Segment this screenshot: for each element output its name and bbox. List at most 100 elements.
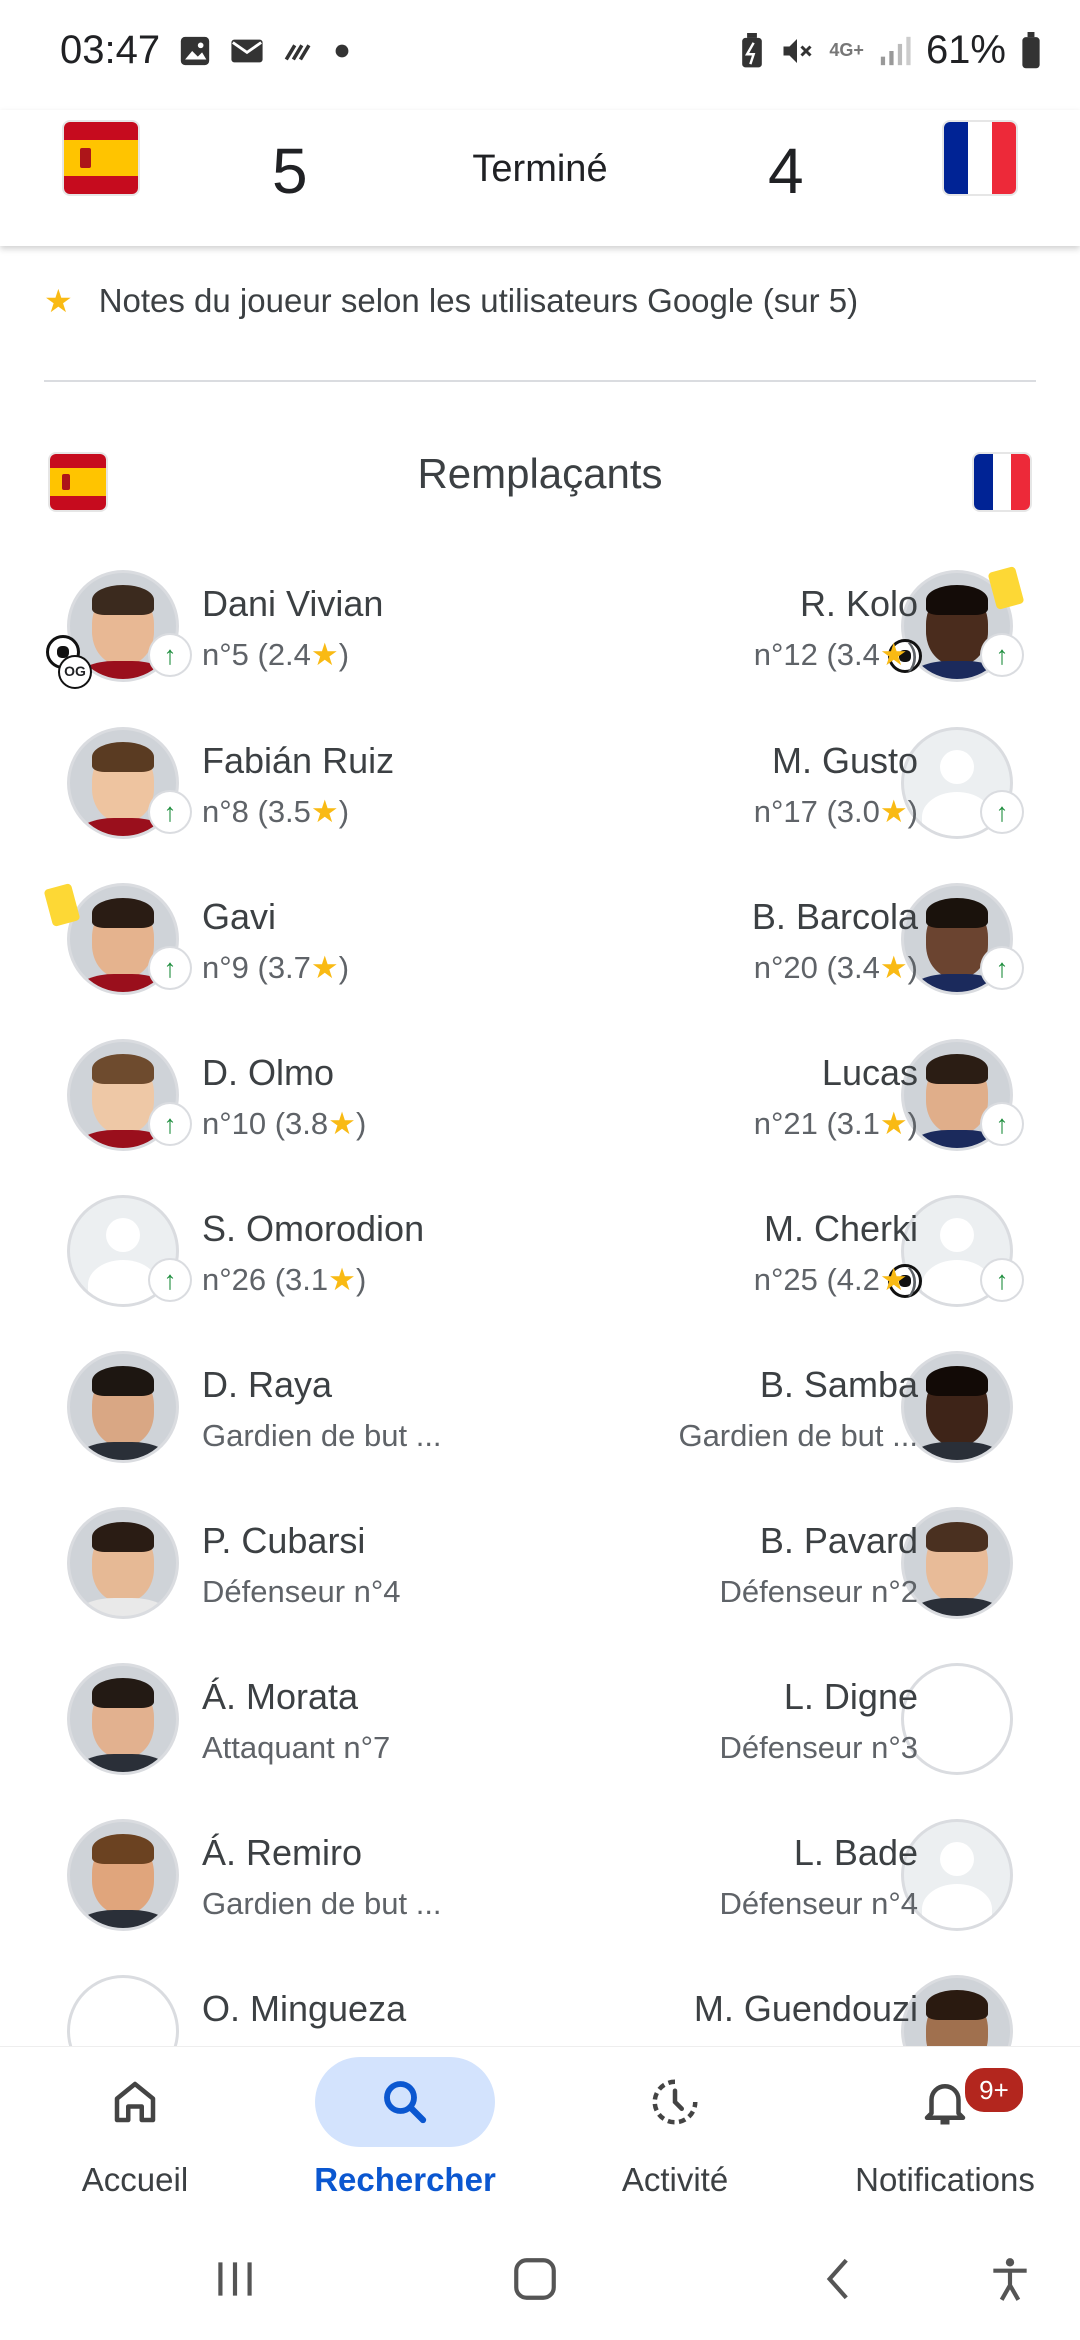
player-row[interactable]: ↑ R. Kolo n°12 (3.4★) <box>540 566 1080 713</box>
system-status: 4G+ 61% <box>739 28 1042 73</box>
nav-notifications[interactable]: 9+ Notifications <box>810 2057 1080 2199</box>
rating-note: ★ Notes du joueur selon les utilisateurs… <box>44 282 858 320</box>
player-row[interactable]: L. Digne Défenseur n°3 <box>540 1666 1080 1806</box>
player-name: B. Barcola <box>751 896 918 937</box>
sub-in-arrow-icon: ↑ <box>982 792 1022 832</box>
player-row[interactable]: Á. Morata Attaquant n°7 <box>0 1666 540 1806</box>
player-info: Défenseur n°4 <box>202 1574 401 1609</box>
player-info: n°17 (3.0★) <box>753 794 918 829</box>
player-info: n°26 (3.1★) <box>202 1262 367 1297</box>
player-name: L. Bade <box>793 1832 918 1873</box>
notification-icons <box>178 34 350 68</box>
player-name: O. Mingueza <box>202 1988 407 2029</box>
nav-search-pill <box>315 2057 495 2147</box>
nav-search[interactable]: Rechercher <box>270 2057 540 2199</box>
nav-notifications-label: Notifications <box>855 2161 1035 2198</box>
sub-in-arrow-icon: ↑ <box>150 792 190 832</box>
player-info: n°12 (3.4★) <box>753 637 918 672</box>
player-row[interactable]: ↑ OG Dani Vivian n°5 (2.4★) <box>0 573 540 713</box>
bottom-navigation: Accueil Rechercher Activité 9+ Notificat… <box>0 2046 1080 2227</box>
score-header: 5 Terminé 4 <box>0 110 1080 246</box>
sub-in-arrow-icon: ↑ <box>150 635 190 675</box>
player-name: R. Kolo <box>799 583 918 624</box>
notification-count-badge: 9+ <box>962 2065 1026 2115</box>
player-info: Gardien de but ... <box>202 1418 442 1453</box>
player-name: M. Gusto <box>771 740 918 781</box>
sub-in-arrow-icon: ↑ <box>150 1104 190 1144</box>
dot-icon <box>335 44 349 58</box>
nav-home-label: Accueil <box>81 2161 189 2198</box>
network-type: 4G+ <box>829 40 864 60</box>
player-name: P. Cubarsi <box>202 1520 366 1561</box>
avatar-placeholder-icon <box>904 1822 1010 1928</box>
player-name: Gavi <box>202 896 277 937</box>
player-row[interactable]: ↑ M. Cherki n°25 (4.2★) <box>540 1198 1080 1338</box>
battery-saver-icon <box>742 32 763 67</box>
player-row[interactable]: B. Pavard Défenseur n°2 <box>540 1510 1080 1650</box>
away-score: 4 <box>768 135 804 207</box>
avatar <box>70 1510 176 1616</box>
rating-note-text: Notes du joueur selon les utilisateurs G… <box>98 282 859 319</box>
player-name: D. Olmo <box>202 1052 335 1093</box>
player-name: D. Raya <box>202 1364 333 1405</box>
back-icon[interactable] <box>815 2254 865 2304</box>
nav-activity-pill <box>585 2057 765 2147</box>
player-row[interactable]: ↑ M. Gusto n°17 (3.0★) <box>540 730 1080 870</box>
player-row[interactable]: B. Samba Gardien de but ... <box>540 1354 1080 1494</box>
nav-activity-label: Activité <box>621 2161 729 2198</box>
player-info: Défenseur n°2 <box>719 1574 918 1609</box>
status-time: 03:47 <box>60 28 161 72</box>
avatar <box>70 1822 176 1928</box>
player-info: n°5 (2.4★) <box>202 637 350 672</box>
activity-icon <box>652 2079 698 2125</box>
player-row[interactable]: L. Bade Défenseur n°4 <box>540 1822 1080 1962</box>
player-name: M. Cherki <box>763 1208 918 1249</box>
accessibility-icon[interactable] <box>985 2254 1035 2304</box>
sub-in-arrow-icon: ↑ <box>982 1104 1022 1144</box>
sub-in-arrow-icon: ↑ <box>982 1260 1022 1300</box>
home-button-icon[interactable] <box>510 2254 560 2304</box>
recent-apps-icon[interactable] <box>210 2254 260 2304</box>
player-name: Fabián Ruiz <box>202 740 395 781</box>
sub-in-arrow-icon: ↑ <box>150 948 190 988</box>
nav-activity[interactable]: Activité <box>540 2057 810 2199</box>
player-name: B. Pavard <box>759 1520 918 1561</box>
status-bar: 03:47 4G+ 61% <box>0 0 1080 110</box>
yellow-card-icon <box>43 883 81 927</box>
player-name: L. Digne <box>783 1676 918 1717</box>
player-row[interactable]: P. Cubarsi Défenseur n°4 <box>0 1510 540 1650</box>
player-info: Attaquant n°7 <box>202 1730 391 1765</box>
player-row[interactable]: ↑ D. Olmo n°10 (3.8★) <box>0 1042 540 1182</box>
player-name: S. Omorodion <box>202 1208 425 1249</box>
player-row[interactable]: ↑ B. Barcola n°20 (3.4★) <box>540 886 1080 1026</box>
avatar <box>904 1354 1010 1460</box>
player-info: Gardien de but ... <box>202 1886 442 1921</box>
sub-in-arrow-icon: ↑ <box>150 1260 190 1300</box>
france-flag-icon <box>974 454 1030 510</box>
player-info: n°21 (3.1★) <box>753 1106 918 1141</box>
nav-search-label: Rechercher <box>314 2161 496 2198</box>
player-info: Défenseur n°4 <box>719 1886 918 1921</box>
match-status: Terminé <box>472 148 608 190</box>
player-info: n°20 (3.4★) <box>753 950 918 985</box>
missed-call-icon <box>284 44 311 61</box>
sub-in-arrow-icon: ↑ <box>982 948 1022 988</box>
home-icon <box>114 2081 156 2123</box>
nav-home[interactable]: Accueil <box>0 2057 270 2199</box>
player-name: Á. Remiro <box>202 1832 363 1873</box>
player-row[interactable]: Á. Remiro Gardien de but ... <box>0 1822 540 1962</box>
player-name: M. Guendouzi <box>693 1988 918 2029</box>
player-row[interactable]: ↑ Lucas n°21 (3.1★) <box>540 1042 1080 1182</box>
search-icon <box>384 2081 427 2124</box>
player-row[interactable]: ↑ Fabián Ruiz n°8 (3.5★) <box>0 730 540 870</box>
battery-percent: 61% <box>925 28 1006 72</box>
player-row[interactable]: ↑ S. Omorodion n°26 (3.1★) <box>0 1198 540 1338</box>
france-flag-icon[interactable] <box>944 122 1016 194</box>
player-info: n°9 (3.7★) <box>202 950 350 985</box>
player-row[interactable]: D. Raya Gardien de but ... <box>0 1354 540 1494</box>
player-name: Á. Morata <box>202 1676 359 1717</box>
player-info: n°25 (4.2★) <box>753 1262 918 1297</box>
player-row[interactable]: ↑ Gavi n°9 (3.7★) <box>0 883 540 1026</box>
mail-icon <box>231 39 263 63</box>
own-goal-icon: OG <box>58 655 92 689</box>
